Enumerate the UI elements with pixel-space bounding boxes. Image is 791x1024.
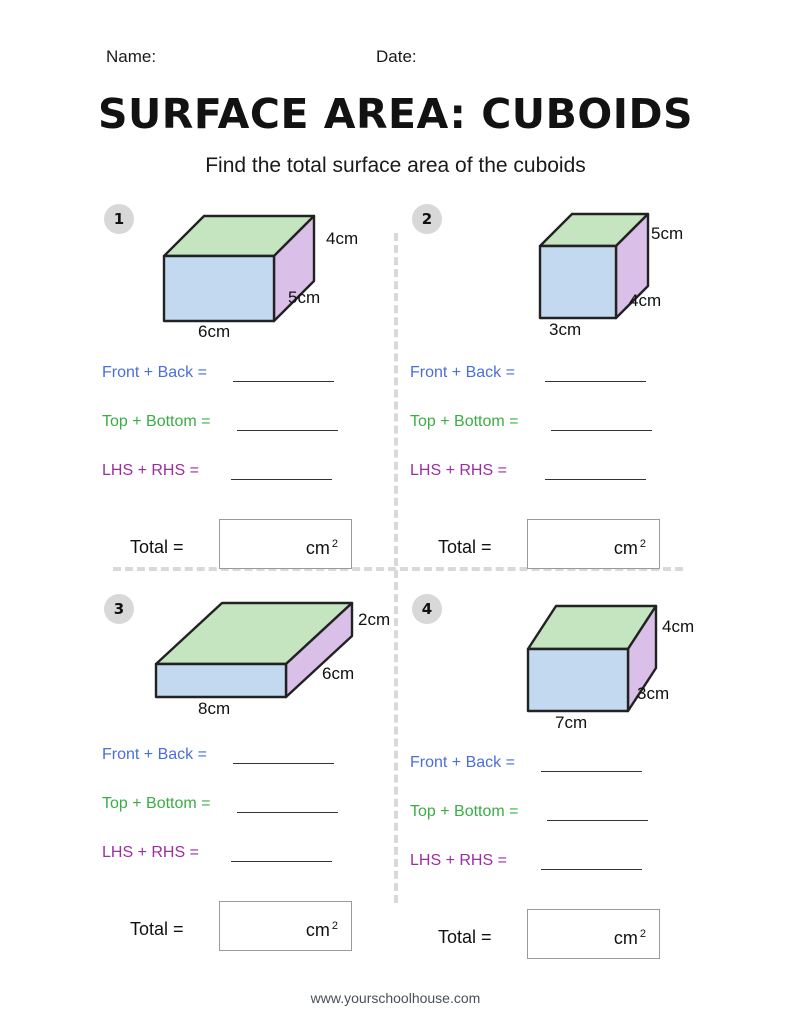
blank-front-back[interactable] bbox=[233, 763, 334, 764]
label-top-bottom: Top + Bottom = bbox=[410, 413, 519, 430]
label-lhs-rhs: LHS + RHS = bbox=[102, 462, 199, 479]
unit-cm-squared: cm 2 bbox=[613, 538, 646, 558]
label-front-back: Front + Back = bbox=[410, 754, 515, 771]
cuboid-figure-3: 2cm 6cm 8cm bbox=[136, 586, 416, 736]
blank-top-bottom[interactable] bbox=[237, 812, 338, 813]
cuboid-figure-1: 4cm 5cm 6cm bbox=[136, 196, 416, 346]
label-lhs-rhs: LHS + RHS = bbox=[410, 462, 507, 479]
dim-depth-3: 6cm bbox=[322, 664, 355, 683]
answer-row-front-back: Front + Back = bbox=[410, 754, 740, 803]
label-front-back: Front + Back = bbox=[102, 364, 207, 381]
cuboid-front-face bbox=[538, 244, 618, 320]
date-field-label: Date: bbox=[376, 47, 417, 66]
unit-cm-squared: cm 2 bbox=[305, 538, 338, 558]
dim-width-4: 7cm bbox=[555, 713, 588, 732]
answer-row-top-bottom: Top + Bottom = bbox=[102, 795, 432, 844]
answer-row-top-bottom: Top + Bottom = bbox=[410, 803, 740, 852]
label-total: Total = bbox=[130, 919, 184, 939]
total-answer-box[interactable]: cm 2 bbox=[527, 519, 660, 569]
cuboid-front-face bbox=[162, 254, 276, 323]
answer-area-4: Front + Back = Top + Bottom = LHS + RHS … bbox=[410, 754, 740, 969]
blank-lhs-rhs[interactable] bbox=[541, 869, 642, 870]
total-row: Total = cm 2 bbox=[102, 519, 432, 579]
total-answer-box[interactable]: cm 2 bbox=[219, 519, 352, 569]
label-top-bottom: Top + Bottom = bbox=[102, 413, 211, 430]
dim-height-1: 4cm bbox=[326, 229, 359, 248]
blank-front-back[interactable] bbox=[545, 381, 646, 382]
problem-number-badge: 1 bbox=[104, 204, 134, 234]
header-fields: Name: Date: bbox=[106, 47, 706, 71]
blank-lhs-rhs[interactable] bbox=[231, 479, 332, 480]
blank-lhs-rhs[interactable] bbox=[545, 479, 646, 480]
answer-row-top-bottom: Top + Bottom = bbox=[102, 413, 432, 462]
dim-width-2: 3cm bbox=[549, 320, 582, 339]
dim-height-2: 5cm bbox=[651, 224, 684, 243]
answer-row-lhs-rhs: LHS + RHS = bbox=[102, 844, 432, 893]
cuboid-figure-4: 4cm 3cm 7cm bbox=[444, 586, 724, 736]
answer-area-3: Front + Back = Top + Bottom = LHS + RHS … bbox=[102, 746, 432, 961]
blank-top-bottom[interactable] bbox=[551, 430, 652, 431]
total-answer-box[interactable]: cm 2 bbox=[219, 901, 352, 951]
answer-row-top-bottom: Top + Bottom = bbox=[410, 413, 740, 462]
unit-cm-squared: cm 2 bbox=[613, 928, 646, 948]
name-field-label: Name: bbox=[106, 47, 157, 66]
label-total: Total = bbox=[130, 537, 184, 557]
answer-row-front-back: Front + Back = bbox=[102, 746, 432, 795]
dim-width-1: 6cm bbox=[198, 322, 231, 341]
page-title: SURFACE AREA: CUBOIDS bbox=[97, 90, 694, 138]
answer-row-lhs-rhs: LHS + RHS = bbox=[410, 852, 740, 901]
blank-front-back[interactable] bbox=[233, 381, 334, 382]
dim-height-4: 4cm bbox=[662, 617, 695, 636]
dim-width-3: 8cm bbox=[198, 699, 231, 718]
dim-depth-1: 5cm bbox=[288, 288, 321, 307]
page-subtitle: Find the total surface area of the cuboi… bbox=[205, 154, 586, 177]
blank-top-bottom[interactable] bbox=[237, 430, 338, 431]
answer-row-front-back: Front + Back = bbox=[410, 364, 740, 413]
total-row: Total = cm 2 bbox=[410, 909, 740, 969]
cuboid-front-face bbox=[526, 647, 630, 713]
answer-row-front-back: Front + Back = bbox=[102, 364, 432, 413]
total-row: Total = cm 2 bbox=[102, 901, 432, 961]
answer-area-2: Front + Back = Top + Bottom = LHS + RHS … bbox=[410, 364, 740, 579]
label-top-bottom: Top + Bottom = bbox=[410, 803, 519, 820]
label-front-back: Front + Back = bbox=[102, 746, 207, 763]
problem-number-badge: 3 bbox=[104, 594, 134, 624]
blank-top-bottom[interactable] bbox=[547, 820, 648, 821]
problem-number-badge: 2 bbox=[412, 204, 442, 234]
total-row: Total = cm 2 bbox=[410, 519, 740, 579]
footer-url: www.yourschoolhouse.com bbox=[310, 990, 481, 1006]
dim-height-3: 2cm bbox=[358, 610, 391, 629]
cuboid-figure-2: 5cm 4cm 3cm bbox=[444, 196, 724, 346]
problem-number-badge: 4 bbox=[412, 594, 442, 624]
answer-row-lhs-rhs: LHS + RHS = bbox=[410, 462, 740, 511]
unit-cm-squared: cm 2 bbox=[305, 920, 338, 940]
label-lhs-rhs: LHS + RHS = bbox=[410, 852, 507, 869]
dim-depth-2: 4cm bbox=[629, 291, 662, 310]
answer-area-1: Front + Back = Top + Bottom = LHS + RHS … bbox=[102, 364, 432, 579]
label-top-bottom: Top + Bottom = bbox=[102, 795, 211, 812]
blank-front-back[interactable] bbox=[541, 771, 642, 772]
label-front-back: Front + Back = bbox=[410, 364, 515, 381]
total-answer-box[interactable]: cm 2 bbox=[527, 909, 660, 959]
answer-row-lhs-rhs: LHS + RHS = bbox=[102, 462, 432, 511]
blank-lhs-rhs[interactable] bbox=[231, 861, 332, 862]
label-total: Total = bbox=[438, 537, 492, 557]
cuboid-front-face bbox=[154, 662, 288, 699]
dim-depth-4: 3cm bbox=[637, 684, 670, 703]
label-total: Total = bbox=[438, 927, 492, 947]
label-lhs-rhs: LHS + RHS = bbox=[102, 844, 199, 861]
